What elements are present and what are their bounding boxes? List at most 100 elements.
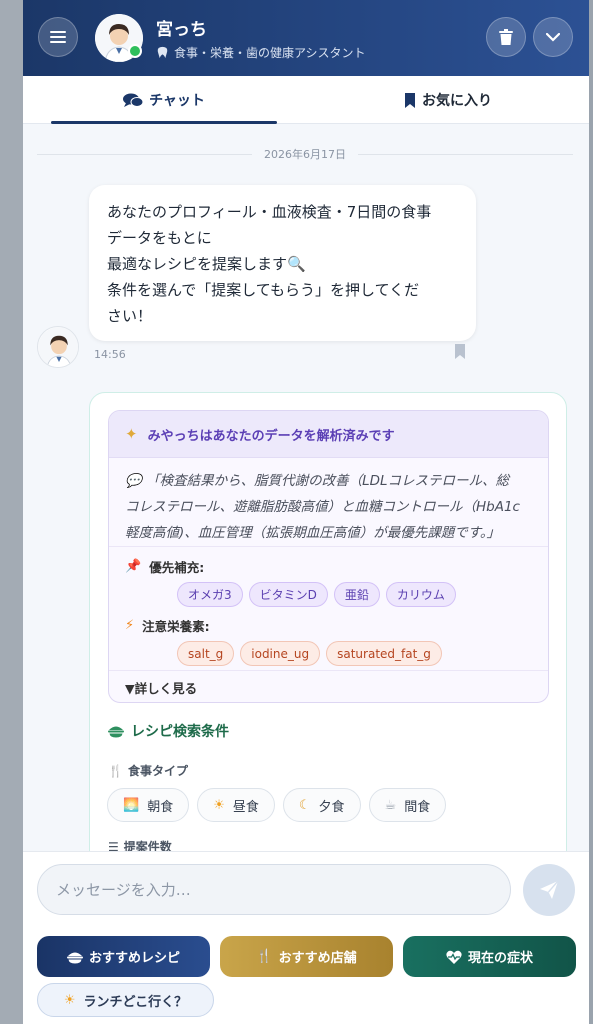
sparkles-icon: ✦ [125,425,138,443]
heartbeat-icon [446,950,462,964]
recipe-search-title: レシピ検索条件 [131,724,229,740]
moon-icon: ☾ [298,797,311,813]
send-button[interactable] [523,864,575,916]
analysis-title: みやっちはあなたのデータを解析済みです [147,428,395,444]
recommended-recipe-label: おすすめレシピ [88,951,180,966]
priority-chips: オメガ3 ビタミンD 亜鉛 カリウム [109,582,548,607]
count-label: 提案件数 [123,840,172,851]
message-input[interactable]: メッセージを入力… [37,864,511,915]
paper-plane-icon [540,880,559,899]
sunrise-icon: 🌅 [123,797,140,813]
trash-icon [499,29,513,45]
meal-option-lunch[interactable]: ☀ 昼食 [197,788,275,822]
caution-chip: salt_g [177,641,235,666]
pin-icon: 📌 [125,559,142,574]
meal-option-breakfast[interactable]: 🌅 朝食 [107,788,190,822]
sun-icon: ☀ [63,992,76,1008]
message-time: 14:56 [94,348,126,361]
message-line: さい！ [107,307,153,325]
assistant-subtitle: 食事・栄養・歯の健康アシスタント [156,44,366,61]
meal-type-options: 🌅 朝食 ☀ 昼食 ☾ 夕食 ☕ 間食 [107,788,447,822]
tab-bar: チャット お気に入り [23,76,589,124]
subtitle-text: 食事・栄養・歯の健康アシスタント [174,46,366,60]
quick-actions-bar: おすすめレシピ 🍴 おすすめ店舗 現在の症状 ☀ ランチどこ行く？ [23,928,589,1024]
caution-chip: iodine_ug [240,641,321,666]
tab-chat[interactable]: チャット [51,76,277,124]
quote-line: 💬 「検査結果から、脂質代謝の改善（LDLコレステロール、総 [125,473,510,489]
utensils-icon: 🍴 [108,763,123,778]
bookmark-icon [405,92,415,108]
assistant-name: 宮っち [156,20,207,40]
meal-option-label: 朝食 [147,799,174,815]
bowl-icon [66,952,83,963]
chat-bubbles-icon [123,93,144,107]
sun-icon: ☀ [213,797,225,813]
tab-favorites[interactable]: お気に入り [335,76,561,124]
utensils-icon: 🍴 [256,949,273,964]
meal-type-label: 食事タイプ [127,764,188,778]
chat-area[interactable]: 2026年6月17日 あなたのプロフィール・血液検査・7日間の食事 データをもと… [23,124,589,851]
quote-line: コレステロール、遊離脂肪酸高値）と血糖コントロール（HbA1c [125,499,520,515]
left-backdrop [0,0,23,1024]
app-header: 宮っち 食事・栄養・歯の健康アシスタント [23,0,589,76]
lunch-suggestion-button[interactable]: ☀ ランチどこ行く？ [37,983,214,1017]
recommended-store-button[interactable]: 🍴 おすすめ店舗 [220,936,393,977]
priority-chip: オメガ3 [177,582,243,607]
caution-nutrients-row: ⚡ 注意栄養素: [109,616,548,635]
tooth-icon [157,46,168,59]
caution-label: 注意栄養素: [142,619,210,634]
date-divider: 2026年6月17日 [37,146,573,162]
tab-chat-label: チャット [149,93,205,109]
message-line: 条件を選んで「提案してもらう」を押してくだ [107,281,420,299]
recipe-card: ✦ みやっちはあなたのデータを解析済みです 💬 「検査結果から、脂質代謝の改善（… [89,392,567,851]
meal-option-label: 昼食 [232,799,259,815]
recommended-store-label: おすすめ店舗 [278,951,357,966]
assistant-avatar-small [37,326,79,368]
priority-chip: カリウム [385,582,456,607]
meal-type-label-row: 🍴 食事タイプ [108,762,188,779]
right-backdrop [589,0,593,1024]
message-line: データをもとに [107,229,212,247]
priority-chip: ビタミンD [248,582,328,607]
show-details-label: ▼詳しく見る [125,681,198,696]
show-details-toggle[interactable]: ▼詳しく見る [109,670,548,702]
message-line: 最適なレシピを提案します🔍 [107,255,306,273]
tab-favorites-label: お気に入り [422,93,492,109]
meal-option-label: 間食 [404,799,431,815]
lightning-icon: ⚡ [125,618,135,633]
priority-label: 優先補充: [149,560,205,575]
lunch-suggestion-label: ランチどこ行く？ [83,994,188,1010]
hamburger-menu-icon [50,31,66,43]
current-symptoms-button[interactable]: 現在の症状 [403,936,576,977]
message-input-placeholder: メッセージを入力… [56,881,191,899]
online-status-dot [128,44,142,58]
message-input-area: メッセージを入力… [23,851,589,928]
analysis-header: ✦ みやっちはあなたのデータを解析済みです [109,411,548,458]
recipe-search-title-row: レシピ検索条件 [108,721,229,741]
chat-app: 宮っち 食事・栄養・歯の健康アシスタント チャット お気に入り 2026年6月1… [23,0,589,1024]
snack-icon: ☕ [384,797,397,813]
priority-chip: 亜鉛 [333,582,380,607]
caution-chip: saturated_fat_g [326,641,442,666]
current-symptoms-label: 現在の症状 [467,951,533,966]
bookmark-icon [455,344,465,359]
meal-option-label: 夕食 [318,799,345,815]
caution-chips: salt_g iodine_ug saturated_fat_g [109,641,548,666]
date-label: 2026年6月17日 [264,148,346,161]
priority-nutrients-row: 📌 優先補充: [109,557,548,576]
meal-option-snack[interactable]: ☕ 間食 [368,788,447,822]
quote-line: 軽度高値)、血圧管理（拡張期血圧高値）が最優先課題です。」 [125,525,501,541]
count-label-row: ☰ 提案件数 [108,838,172,852]
message-line: あなたのプロフィール・血液検査・7日間の食事 [107,203,432,221]
bookmark-message-button[interactable] [454,344,466,363]
recommended-recipe-button[interactable]: おすすめレシピ [37,936,210,977]
assistant-message-bubble: あなたのプロフィール・血液検査・7日間の食事 データをもとに 最適なレシピを提案… [89,185,476,341]
delete-chat-button[interactable] [486,17,526,57]
analysis-quote: 💬 「検査結果から、脂質代謝の改善（LDLコレステロール、総 コレステロール、遊… [109,458,548,547]
analysis-panel: ✦ みやっちはあなたのデータを解析済みです 💬 「検査結果から、脂質代謝の改善（… [108,410,549,703]
menu-button[interactable] [38,17,78,57]
meal-option-dinner[interactable]: ☾ 夕食 [282,788,361,822]
list-icon: ☰ [108,839,119,852]
collapse-button[interactable] [533,17,573,57]
bowl-icon [108,726,124,738]
